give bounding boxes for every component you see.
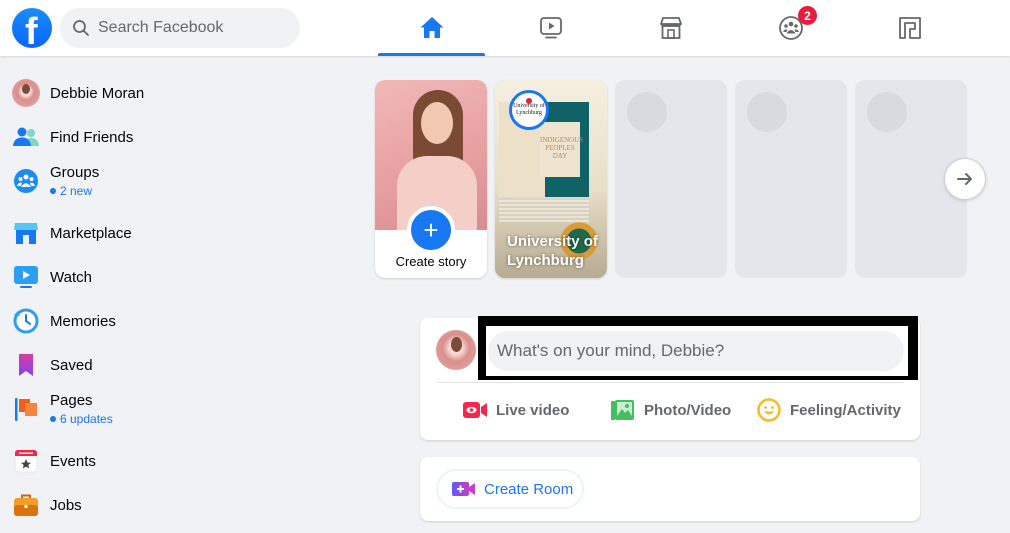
notification-badge: 2 (798, 6, 817, 25)
nav-tab-home[interactable] (378, 0, 485, 56)
sidebar-item-marketplace[interactable]: Marketplace (8, 211, 348, 255)
sidebar-item-memories[interactable]: Memories (8, 299, 348, 343)
video-play-icon (539, 17, 562, 39)
watch-icon (14, 266, 38, 288)
live-video-label: Live video (496, 401, 570, 419)
story-card[interactable]: INDIGENOUS PEOPLES DAY University of Lyn… (495, 80, 607, 278)
search-input[interactable] (98, 19, 278, 37)
sidebar-item-saved[interactable]: Saved (8, 343, 348, 387)
photo-video-label: Photo/Video (644, 401, 732, 419)
sidebar-item-subtext: 6 updates (50, 412, 113, 426)
sidebar-item-label: Find Friends (50, 128, 134, 146)
sidebar-item-label: Jobs (50, 496, 82, 514)
story-author-name: University of Lynchburg (507, 233, 598, 269)
sidebar-item-label: Groups (50, 164, 100, 181)
storefront-icon (659, 17, 682, 39)
logo-text: University of Lynchburg (513, 103, 545, 116)
sidebar-item-label: Events (50, 452, 96, 470)
divider (436, 382, 904, 383)
home-icon (420, 17, 443, 38)
marketplace-icon (14, 223, 38, 244)
gaming-icon (898, 17, 921, 39)
sidebar-item-label: Memories (50, 312, 116, 330)
sidebar-item-groups[interactable]: Groups 2 new (8, 159, 348, 203)
create-room-label: Create Room (484, 480, 574, 498)
briefcase-icon (14, 494, 38, 516)
sidebar-item-label: Saved (50, 356, 93, 374)
nav-tab-marketplace[interactable] (617, 0, 724, 56)
search-box[interactable] (60, 8, 300, 48)
flag-icon (15, 398, 37, 421)
sidebar-item-find-friends[interactable]: Find Friends (8, 115, 348, 159)
sidebar-item-watch[interactable]: Watch (8, 255, 348, 299)
poster-text: INDIGENOUS PEOPLES DAY (540, 122, 583, 177)
photo-icon (611, 400, 634, 420)
stories-next-button[interactable] (944, 158, 986, 200)
plus-icon[interactable]: + (407, 206, 455, 254)
sidebar-item-label: Debbie Moran (50, 84, 145, 102)
avatar[interactable] (436, 330, 476, 370)
sidebar-item-label: Pages (50, 392, 93, 409)
search-icon (73, 20, 89, 36)
create-story-card[interactable]: + Create story (375, 80, 487, 278)
create-room-button[interactable]: Create Room (436, 469, 584, 509)
facebook-logo-letter: f (25, 11, 38, 48)
calendar-star-icon (14, 449, 38, 473)
rooms-card: Create Room (420, 457, 920, 521)
sidebar-item-events[interactable]: Events (8, 439, 348, 483)
nav-tab-gaming[interactable] (856, 0, 963, 56)
sidebar-item-jobs[interactable]: Jobs (8, 483, 348, 527)
sidebar-item-subtext: 2 new (50, 184, 99, 198)
nav-tab-watch[interactable] (497, 0, 604, 56)
avatar (12, 79, 40, 107)
bookmark-icon (19, 354, 33, 376)
sidebar-item-pages[interactable]: Pages 6 updates (8, 387, 348, 431)
live-video-icon (463, 402, 487, 418)
memories-clock-icon (13, 308, 39, 334)
photo-video-button[interactable]: Photo/Video (610, 394, 731, 426)
feeling-activity-button[interactable]: Feeling/Activity (756, 394, 901, 426)
sidebar-item-label: Marketplace (50, 224, 132, 242)
sidebar-item-label: Watch (50, 268, 92, 286)
feeling-activity-label: Feeling/Activity (790, 401, 901, 419)
smiley-icon (757, 398, 781, 422)
groups-icon (14, 169, 38, 193)
live-video-button[interactable]: Live video (462, 394, 569, 426)
create-story-label: Create story (395, 254, 467, 269)
story-placeholder (735, 80, 847, 278)
sidebar-item-profile[interactable]: Debbie Moran (8, 71, 348, 115)
post-composer: Live video Photo/Video Feeling/Activity (420, 316, 920, 440)
story-author-avatar: University of Lynchburg (509, 90, 549, 130)
top-navigation-bar: f 2 (0, 0, 1010, 56)
facebook-logo[interactable]: f (12, 8, 52, 48)
video-plus-icon (452, 482, 475, 496)
whats-on-your-mind-input[interactable] (488, 331, 904, 371)
friends-icon (13, 127, 39, 146)
nav-tab-groups[interactable]: 2 (737, 0, 844, 56)
story-placeholder (615, 80, 727, 278)
arrow-right-icon (957, 173, 972, 185)
